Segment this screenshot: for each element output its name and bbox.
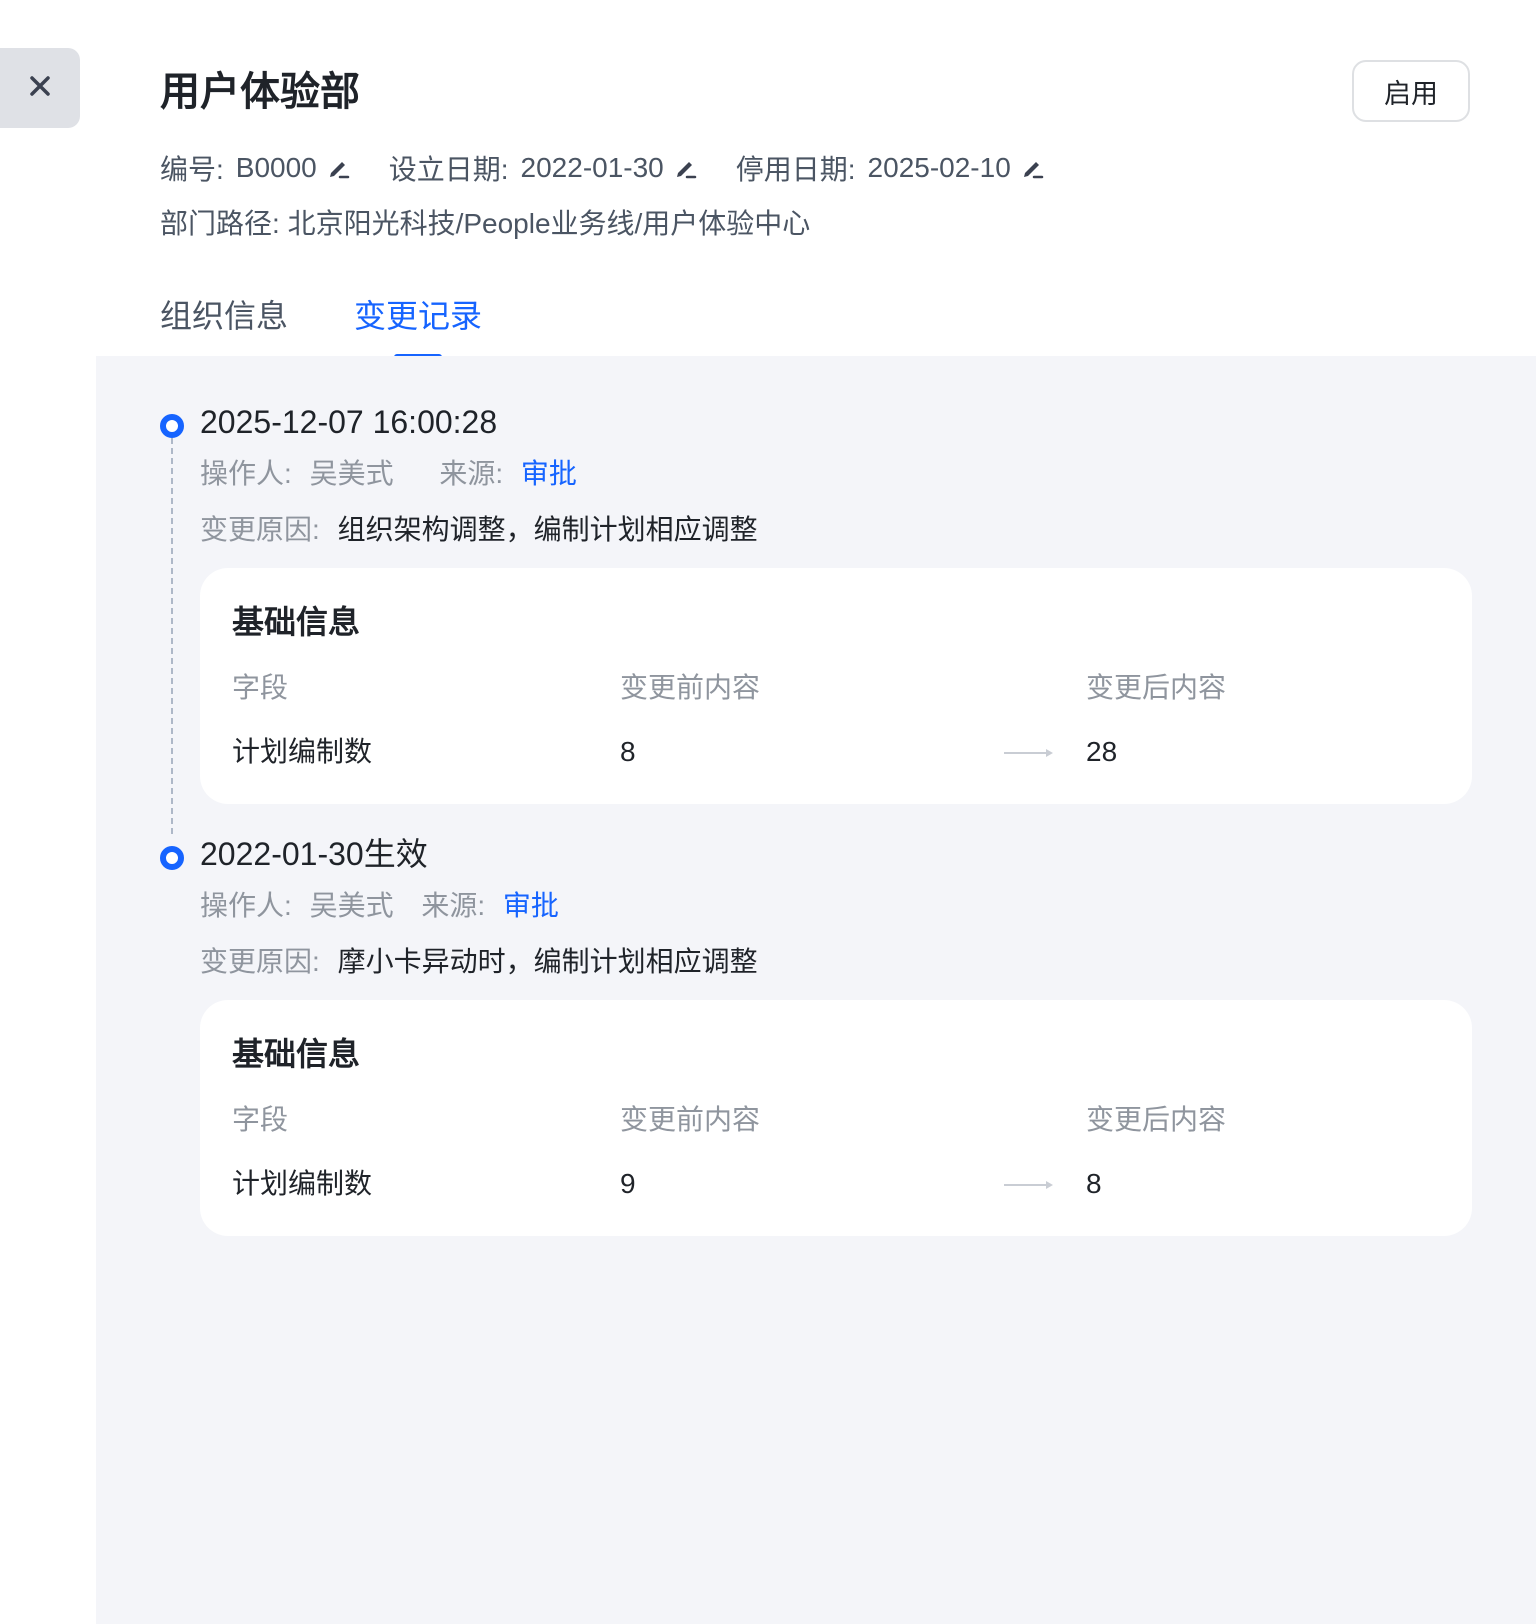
established-label: 设立日期: [388, 154, 509, 185]
before-cell: 9 [620, 1168, 636, 1199]
change-detail-card: 基础信息 字段 变更前内容 变更后内容 计划编制数 8 28 [200, 568, 1472, 804]
card-title: 基础信息 [232, 604, 361, 640]
source-label: 来源: [421, 890, 486, 921]
record-operator-row: 操作人: 吴美式 来源: 审批 [200, 454, 577, 494]
record-time: 2022-01-30生效 [200, 836, 428, 872]
close-button[interactable] [0, 48, 80, 128]
tab-org-info[interactable]: 组织信息 [160, 294, 288, 338]
operator-value: 吴美式 [309, 890, 394, 921]
card-title: 基础信息 [232, 1036, 361, 1072]
arrow-right-icon [1004, 746, 1054, 764]
disabled-meta: 停用日期: 2025-02-10 [736, 148, 1045, 188]
timeline-connector [171, 438, 173, 834]
reason-value: 摩小卡异动时，编制计划相应调整 [337, 946, 758, 977]
reason-label: 变更原因: [200, 946, 320, 977]
record-time: 2025-12-07 16:00:28 [200, 404, 498, 440]
path-value: 北京阳光科技/People业务线/用户体验中心 [287, 208, 811, 239]
edit-established-pencil-icon[interactable] [674, 156, 698, 180]
record-reason-row: 变更原因: 组织架构调整，编制计划相应调整 [200, 510, 758, 550]
operator-label: 操作人: [200, 458, 292, 489]
after-cell: 28 [1086, 736, 1118, 767]
operator-value: 吴美式 [309, 458, 394, 489]
before-header: 变更前内容 [620, 1104, 761, 1135]
after-cell: 8 [1086, 1168, 1102, 1199]
after-header: 变更后内容 [1086, 1104, 1227, 1135]
code-label: 编号: [160, 154, 224, 185]
path-label: 部门路径: [160, 208, 280, 239]
edit-code-pencil-icon[interactable] [327, 156, 351, 180]
disabled-label: 停用日期: [735, 154, 856, 185]
established-value: 2022-01-30 [520, 152, 664, 183]
field-header: 字段 [232, 672, 289, 703]
source-link[interactable]: 审批 [503, 890, 559, 921]
department-path: 部门路径: 北京阳光科技/People业务线/用户体验中心 [160, 204, 810, 244]
timeline-dot-icon [160, 846, 184, 870]
record-reason-row: 变更原因: 摩小卡异动时，编制计划相应调整 [200, 942, 758, 982]
reason-label: 变更原因: [200, 514, 320, 545]
code-meta: 编号: B0000 [160, 148, 351, 188]
enable-button[interactable]: 启用 [1352, 60, 1470, 122]
before-cell: 8 [620, 736, 636, 767]
source-link[interactable]: 审批 [521, 458, 577, 489]
tabs: 组织信息 变更记录 [160, 294, 548, 338]
page-title: 用户体验部 [160, 70, 360, 114]
source-label: 来源: [439, 458, 504, 489]
field-cell: 计划编制数 [232, 1168, 373, 1199]
established-meta: 设立日期: 2022-01-30 [389, 148, 698, 188]
after-header: 变更后内容 [1086, 672, 1227, 703]
meta-row: 编号: B0000 设立日期: 2022-01-30 停用日期: 2025-02… [160, 148, 1083, 188]
record-operator-row: 操作人: 吴美式 来源: 审批 [200, 886, 559, 926]
before-header: 变更前内容 [620, 672, 761, 703]
disabled-value: 2025-02-10 [867, 152, 1011, 183]
arrow-right-icon [1004, 1178, 1054, 1196]
change-detail-card: 基础信息 字段 变更前内容 变更后内容 计划编制数 9 8 [200, 1000, 1472, 1236]
tab-change-log[interactable]: 变更记录 [354, 294, 482, 338]
field-cell: 计划编制数 [232, 736, 373, 767]
edit-disabled-pencil-icon[interactable] [1021, 156, 1045, 180]
operator-label: 操作人: [200, 890, 292, 921]
timeline-dot-icon [160, 414, 184, 438]
code-value: B0000 [235, 152, 317, 183]
reason-value: 组织架构调整，编制计划相应调整 [337, 514, 758, 545]
close-icon [29, 75, 51, 102]
field-header: 字段 [232, 1104, 289, 1135]
